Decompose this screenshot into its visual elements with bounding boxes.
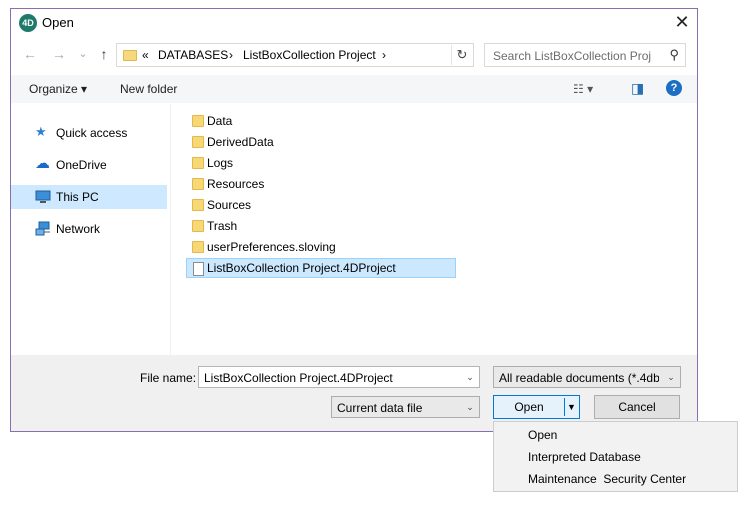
file-name: ListBoxCollection Project.4DProject — [207, 261, 396, 275]
organize-menu[interactable]: Organize ▾ — [29, 82, 87, 96]
toolbar: Organize ▾ New folder ☷ ▾ ◨ ? — [11, 75, 697, 103]
breadcrumb-overflow[interactable]: « — [142, 48, 149, 62]
cloud-icon: ☁ — [35, 155, 50, 172]
file-type-value: All readable documents (*.4db; — [499, 371, 659, 385]
sidebar-item-this-pc[interactable]: This PC — [11, 185, 167, 209]
network-icon — [35, 221, 51, 237]
file-row-trash[interactable]: Trash — [186, 216, 456, 236]
recent-locations-button[interactable]: ⌄ — [74, 44, 92, 64]
folder-icon — [192, 136, 204, 148]
file-name-field[interactable]: ListBoxCollection Project.4DProject ⌄ — [198, 366, 480, 388]
help-icon[interactable]: ? — [666, 80, 682, 96]
open-button-label: Open — [514, 400, 544, 414]
star-icon: ★ — [35, 124, 47, 139]
split-separator — [564, 398, 565, 416]
file-name: Resources — [207, 177, 265, 191]
back-button[interactable]: ← — [21, 44, 39, 64]
document-icon — [193, 262, 204, 276]
file-name-label: File name: — [140, 371, 197, 385]
folder-icon — [123, 50, 137, 61]
sidebar-item-label: OneDrive — [56, 158, 107, 172]
window-title: Open — [42, 15, 74, 30]
folder-icon — [192, 241, 204, 253]
file-name: userPreferences.sloving — [207, 240, 336, 254]
file-name: Data — [207, 114, 233, 128]
data-file-value: Current data file — [337, 401, 423, 415]
sidebar-item-quick-access[interactable]: ★ Quick access — [11, 121, 167, 145]
file-name-value: ListBoxCollection Project.4DProject — [204, 371, 393, 385]
chevron-down-icon[interactable]: ⌄ — [464, 370, 476, 384]
file-row-deriveddata[interactable]: DerivedData — [186, 132, 456, 152]
up-button[interactable]: ↑ — [95, 44, 113, 64]
close-button[interactable]: ✕ — [672, 12, 692, 34]
breadcrumb-databases[interactable]: DATABASES — [158, 48, 228, 62]
sidebar-item-label: This PC — [56, 190, 99, 204]
breadcrumb-project[interactable]: ListBoxCollection Project — [243, 48, 376, 62]
file-name: Logs — [207, 156, 234, 170]
cancel-button[interactable]: Cancel — [594, 395, 680, 419]
folder-icon — [192, 178, 204, 190]
chevron-down-icon: ⌄ — [667, 372, 675, 382]
file-type-select[interactable]: All readable documents (*.4db; ⌄ — [493, 366, 681, 388]
file-row-sources[interactable]: Sources — [186, 195, 456, 215]
folder-icon — [192, 157, 204, 169]
dropdown-arrow-icon[interactable]: ▼ — [567, 398, 576, 416]
menu-item-open[interactable]: Open — [528, 428, 557, 442]
menu-item-interpreted-database[interactable]: Interpreted Database — [528, 450, 641, 464]
app-logo-icon: 4D — [19, 14, 37, 32]
file-name: Trash — [207, 219, 238, 233]
file-row-userpreferences[interactable]: userPreferences.sloving — [186, 237, 456, 257]
open-options-menu: Open Interpreted Database Maintenance Se… — [493, 421, 738, 492]
preview-pane-icon[interactable]: ◨ — [631, 80, 644, 97]
search-icon[interactable]: ⚲ — [669, 47, 679, 63]
refresh-icon[interactable]: ↻ — [451, 45, 472, 65]
view-options-icon[interactable]: ☷ ▾ — [573, 82, 593, 96]
menu-item-maintenance-security-center[interactable]: Maintenance Security Center — [528, 472, 686, 486]
search-placeholder: Search ListBoxCollection Proj — [493, 49, 652, 63]
sidebar-item-label: Network — [56, 222, 101, 236]
folder-icon — [192, 115, 204, 127]
file-name: Sources — [207, 198, 252, 212]
breadcrumb-separator[interactable]: › — [229, 48, 233, 62]
sidebar-item-label: Quick access — [56, 126, 128, 140]
chevron-down-icon: ⌄ — [466, 402, 474, 412]
file-row-data[interactable]: Data — [186, 111, 456, 131]
folder-icon — [192, 199, 204, 211]
file-name: DerivedData — [207, 135, 274, 149]
sidebar-item-onedrive[interactable]: ☁ OneDrive — [11, 153, 167, 177]
computer-icon — [35, 189, 51, 205]
breadcrumb-separator[interactable]: › — [382, 48, 386, 62]
new-folder-button[interactable]: New folder — [120, 82, 177, 96]
pane-divider — [170, 104, 171, 356]
data-file-select[interactable]: Current data file ⌄ — [331, 396, 480, 418]
file-row-project[interactable]: ListBoxCollection Project.4DProject — [186, 258, 456, 278]
forward-button[interactable]: → — [50, 44, 68, 64]
search-box[interactable]: Search ListBoxCollection Proj ⚲ — [484, 43, 686, 67]
file-row-logs[interactable]: Logs — [186, 153, 456, 173]
sidebar-item-network[interactable]: Network — [11, 217, 167, 241]
address-bar[interactable]: « DATABASES › ListBoxCollection Project … — [116, 43, 474, 67]
folder-icon — [192, 220, 204, 232]
open-button[interactable]: Open ▼ — [493, 395, 580, 419]
file-row-resources[interactable]: Resources — [186, 174, 456, 194]
